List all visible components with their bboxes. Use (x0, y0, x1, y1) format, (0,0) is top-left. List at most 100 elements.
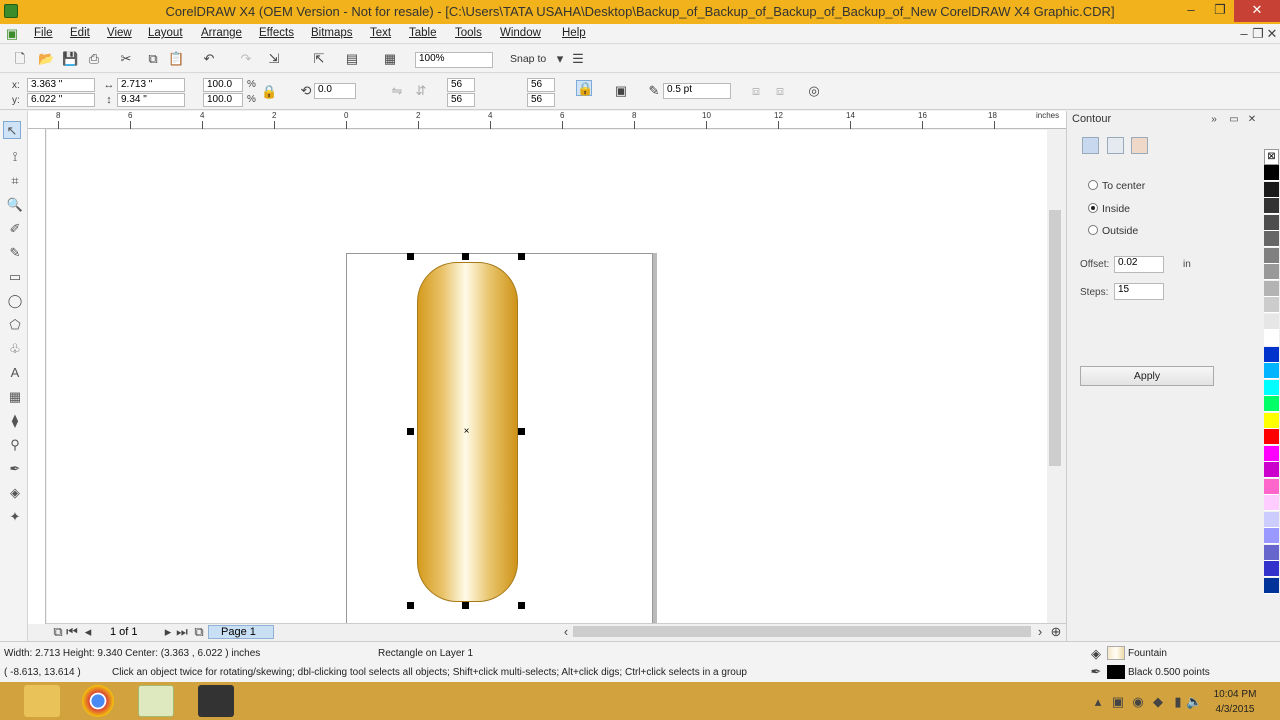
polygon-tool-icon[interactable]: ⬠ (6, 316, 24, 334)
radio-button[interactable] (1088, 225, 1098, 235)
coreldraw-taskbar-icon[interactable] (138, 685, 174, 717)
palette-swatch[interactable] (1264, 214, 1279, 231)
tray-app-icon[interactable]: ◆ (1150, 694, 1166, 710)
menu-layout[interactable]: Layout (148, 27, 183, 39)
palette-swatch[interactable] (1264, 247, 1279, 264)
redo-icon[interactable]: ↷ (238, 51, 254, 67)
palette-swatch[interactable] (1264, 231, 1279, 247)
table-tool-icon[interactable]: ▦ (6, 388, 24, 406)
import-icon[interactable]: ⇲ (266, 51, 282, 67)
last-page-icon[interactable]: ⏭ (174, 624, 190, 640)
palette-swatch[interactable] (1264, 330, 1279, 346)
radio-inside[interactable]: Inside (1088, 203, 1130, 215)
wrap-text-icon[interactable]: ▣ (613, 83, 629, 99)
menu-help[interactable]: Help (562, 27, 586, 39)
system-clock[interactable]: 10:04 PM 4/3/2015 (1200, 687, 1270, 717)
blend-tool-icon[interactable]: ⧫ (6, 412, 24, 430)
selection-handle[interactable] (407, 253, 414, 260)
prev-page-icon[interactable]: ◂ (80, 624, 96, 640)
camtasia-icon[interactable] (198, 685, 234, 717)
selection-handle[interactable] (462, 602, 469, 609)
y-position-field[interactable]: 6.022 " (27, 93, 95, 107)
radio-to-center[interactable]: To center (1088, 180, 1145, 192)
menu-window[interactable]: Window (500, 27, 541, 39)
cut-icon[interactable]: ✂ (118, 51, 134, 67)
lock-ratio-icon[interactable]: 🔒 (261, 84, 277, 100)
fill-tool-icon[interactable]: ◈ (6, 484, 24, 502)
tray-app-icon[interactable]: ◉ (1130, 694, 1146, 710)
x-position-field[interactable]: 3.363 " (27, 78, 95, 92)
document-icon[interactable]: ▣ (4, 26, 20, 42)
navigator-icon[interactable]: ⊕ (1048, 624, 1064, 640)
horizontal-scroll-thumb[interactable] (573, 626, 1031, 637)
save-icon[interactable]: 💾 (62, 51, 78, 67)
palette-swatch[interactable] (1264, 561, 1279, 577)
page-tab[interactable]: Page 1 (208, 625, 274, 639)
palette-swatch[interactable] (1264, 346, 1279, 363)
rotation-field[interactable]: 0.0 (314, 83, 356, 99)
text-tool-icon[interactable]: A (6, 364, 24, 382)
palette-swatch[interactable] (1264, 528, 1279, 544)
ellipse-tool-icon[interactable]: ◯ (6, 292, 24, 310)
tray-app-icon[interactable]: ▣ (1110, 694, 1126, 710)
palette-swatch[interactable] (1264, 577, 1279, 594)
palette-swatch[interactable] (1264, 363, 1279, 379)
menu-edit[interactable]: Edit (70, 27, 90, 39)
menu-file[interactable]: File (34, 27, 53, 39)
menu-effects[interactable]: Effects (259, 27, 294, 39)
menu-tools[interactable]: Tools (455, 27, 482, 39)
mirror-horizontal-icon[interactable]: ⇋ (389, 83, 405, 99)
chrome-icon[interactable] (82, 685, 114, 717)
apply-button[interactable]: Apply (1080, 366, 1214, 386)
menu-arrange[interactable]: Arrange (201, 27, 242, 39)
palette-swatch[interactable] (1264, 495, 1279, 511)
convert-to-curves-icon[interactable]: ◎ (806, 83, 822, 99)
palette-swatch[interactable] (1264, 297, 1279, 313)
palette-swatch[interactable] (1264, 478, 1279, 495)
palette-swatch[interactable] (1264, 412, 1279, 429)
scale-y-field[interactable]: 100.0 (203, 93, 243, 107)
minimize-button[interactable]: – (1176, 0, 1206, 22)
docker-options-icon[interactable]: ▭ (1226, 112, 1242, 128)
freehand-tool-icon[interactable]: ✐ (6, 220, 24, 238)
paste-icon[interactable]: 📋 (168, 51, 184, 67)
palette-swatch[interactable] (1264, 429, 1279, 445)
contour-inside-icon[interactable] (1107, 137, 1124, 154)
crop-tool-icon[interactable]: ⌗ (6, 172, 24, 190)
menu-bitmaps[interactable]: Bitmaps (311, 27, 353, 39)
menu-table[interactable]: Table (409, 27, 437, 39)
selection-handle[interactable] (462, 253, 469, 260)
offset-field[interactable]: 0.02 (1114, 256, 1164, 273)
palette-swatch[interactable] (1264, 544, 1279, 561)
docker-close-icon[interactable]: ✕ (1244, 112, 1260, 128)
outline-width-select[interactable]: 0.5 pt (663, 83, 731, 99)
open-icon[interactable]: 📂 (38, 51, 54, 67)
contour-outside-icon[interactable] (1131, 137, 1148, 154)
mirror-vertical-icon[interactable]: ⇵ (413, 83, 429, 99)
options-icon[interactable]: ☰ (570, 51, 586, 67)
snap-to-dropdown[interactable]: Snap to (510, 53, 546, 65)
fill-swatch[interactable] (1107, 646, 1125, 660)
rectangle-tool-icon[interactable]: ▭ (6, 268, 24, 286)
radio-button[interactable] (1088, 203, 1098, 213)
copy-icon[interactable]: ⧉ (145, 51, 161, 67)
maximize-button[interactable]: ❐ (1205, 0, 1235, 22)
to-back-icon[interactable]: ⧈ (772, 83, 788, 99)
selection-handle[interactable] (518, 428, 525, 435)
selection-handle[interactable] (407, 428, 414, 435)
menu-view[interactable]: View (107, 27, 132, 39)
add-page-after-icon[interactable]: ⧉ (191, 624, 207, 640)
height-field[interactable]: 9.34 " (117, 93, 185, 107)
smart-fill-tool-icon[interactable]: ✎ (6, 244, 24, 262)
round-corners-together-icon[interactable]: 🔒 (576, 80, 593, 96)
zoom-level-select[interactable]: 100% (415, 52, 493, 68)
corner-top-right-field[interactable]: 56 (527, 78, 555, 92)
palette-swatch[interactable] (1264, 313, 1279, 330)
corner-bottom-right-field[interactable]: 56 (527, 93, 555, 107)
selection-handle[interactable] (518, 253, 525, 260)
to-front-icon[interactable]: ⧈ (748, 83, 764, 99)
no-color-swatch[interactable]: ⊠ (1264, 149, 1279, 165)
palette-swatch[interactable] (1264, 198, 1279, 214)
pick-tool-icon[interactable]: ↖ (3, 121, 21, 139)
vertical-scroll-thumb[interactable] (1049, 210, 1061, 466)
